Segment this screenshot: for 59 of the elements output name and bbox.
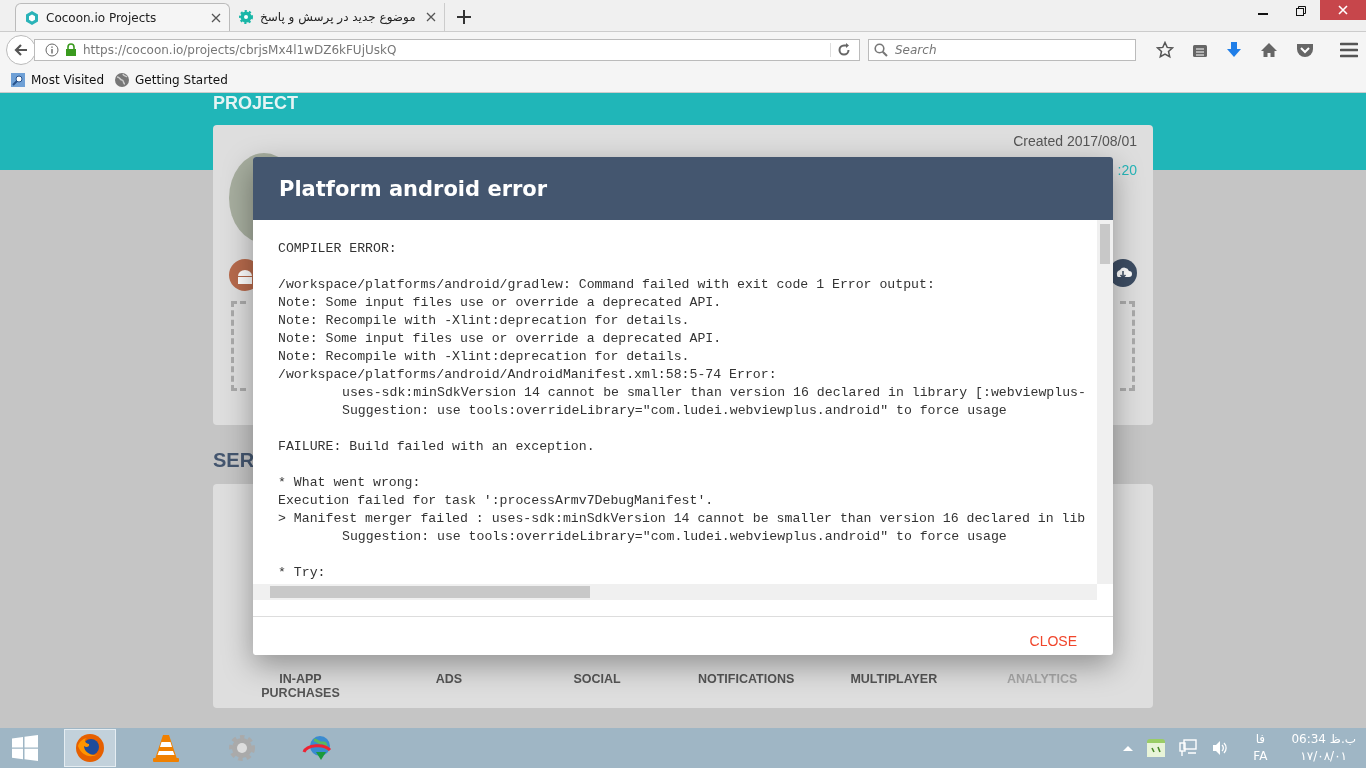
service-label[interactable]: ADS — [401, 672, 497, 700]
updated-time: :20 — [1117, 162, 1137, 178]
gear-icon — [238, 9, 254, 25]
bookmark-link[interactable]: Most Visited — [10, 71, 105, 88]
output-line: * What went wrong: — [278, 474, 422, 492]
pocket-icon[interactable] — [1296, 41, 1314, 58]
back-button[interactable] — [6, 34, 36, 65]
dialog-title: Platform android error — [279, 176, 548, 201]
address-bar[interactable]: https://cocoon.io/projects/cbrjsMx4l1wDZ6kFUjUskQ — [34, 38, 860, 61]
created-date: Created 2017/08/01 — [1013, 133, 1137, 149]
service-label[interactable]: SOCIAL — [549, 672, 645, 700]
reload-icon[interactable] — [830, 42, 851, 57]
firefox-taskbar-icon[interactable] — [64, 729, 116, 767]
output-line: Suggestion: use tools:overrideLibrary="com.ludei.webviewplus.android" to force usage — [341, 402, 1008, 420]
magnifier-page-icon — [10, 71, 26, 88]
output-line: Note: Recompile with -Xlint:deprecation for details. — [278, 312, 691, 330]
browser-tab[interactable]: موضوع جدید در پرسش و پاسخ — [230, 3, 445, 31]
close-icon[interactable] — [426, 12, 436, 22]
tab-title: موضوع جدید در پرسش و پاسخ — [260, 10, 417, 24]
output-line: COMPILER ERROR: — [278, 240, 398, 258]
calendar-app-icon[interactable] — [1147, 739, 1166, 757]
close-button[interactable]: CLOSE — [1023, 629, 1083, 653]
section-heading: SER — [213, 449, 255, 471]
hexagon-logo-icon — [24, 9, 40, 26]
output-line: /workspace/platforms/android/gradlew: Command failed with exit code 1 Error output: — [278, 276, 936, 294]
output-line: > Manifest merger failed : uses-sdk:minSdkVersion 14 cannot be smaller than version 16 declared in lib — [278, 510, 1087, 528]
bookmark-link[interactable]: Getting Started — [114, 71, 228, 88]
vertical-scrollbar[interactable] — [1097, 220, 1113, 584]
globe-icon — [114, 71, 131, 88]
service-label[interactable]: NOTIFICATIONS — [698, 672, 793, 700]
output-line: Note: Some input files use or override a deprecated API. — [278, 330, 723, 348]
star-icon[interactable] — [1156, 40, 1174, 59]
close-button[interactable] — [1320, 0, 1366, 20]
service-label[interactable]: IN-APP PURCHASES — [253, 672, 348, 700]
tab-title: Cocoon.io Projects — [46, 10, 158, 25]
output-line: Note: Some input files use or override a deprecated API. — [278, 294, 723, 312]
horizontal-scrollbar[interactable] — [253, 584, 1097, 600]
menu-icon[interactable] — [1340, 41, 1358, 58]
close-icon[interactable] — [211, 12, 221, 23]
info-icon[interactable] — [45, 42, 59, 57]
lock-icon — [65, 42, 77, 57]
close-icon — [1338, 5, 1348, 15]
restore-icon[interactable] — [1296, 6, 1306, 16]
output-line: * Try: — [278, 564, 327, 582]
back-arrow-icon — [13, 41, 29, 58]
output-line: /workspace/platforms/android/AndroidManifest.xml:58:5-74 Error: — [278, 366, 778, 384]
output-line: Suggestion: use tools:overrideLibrary="com.ludei.webviewplus.android" to force usage — [341, 528, 1008, 546]
download-icon[interactable] — [1226, 40, 1242, 59]
url-text: https://cocoon.io/projects/cbrjsMx4l1wDZ6kFUjUskQ — [83, 42, 398, 57]
home-icon[interactable] — [1260, 41, 1278, 58]
browser-tab[interactable]: Cocoon.io Projects — [15, 3, 230, 31]
plus-icon[interactable] — [457, 10, 471, 24]
output-line: Note: Recompile with -Xlint:deprecation for details. — [278, 348, 691, 366]
output-line: Execution failed for task ':processArmv7DebugManifest'. — [278, 492, 715, 510]
output-line: FAILURE: Build failed with an exception. — [278, 438, 596, 456]
search-field[interactable]: Search — [868, 38, 1136, 61]
page-heading: PROJECT — [213, 93, 299, 113]
output-line: uses-sdk:minSdkVersion 14 cannot be smaller than version 16 declared in library [:webviewplus- — [341, 384, 1087, 402]
service-label[interactable]: MULTIPLAYER — [846, 672, 942, 700]
